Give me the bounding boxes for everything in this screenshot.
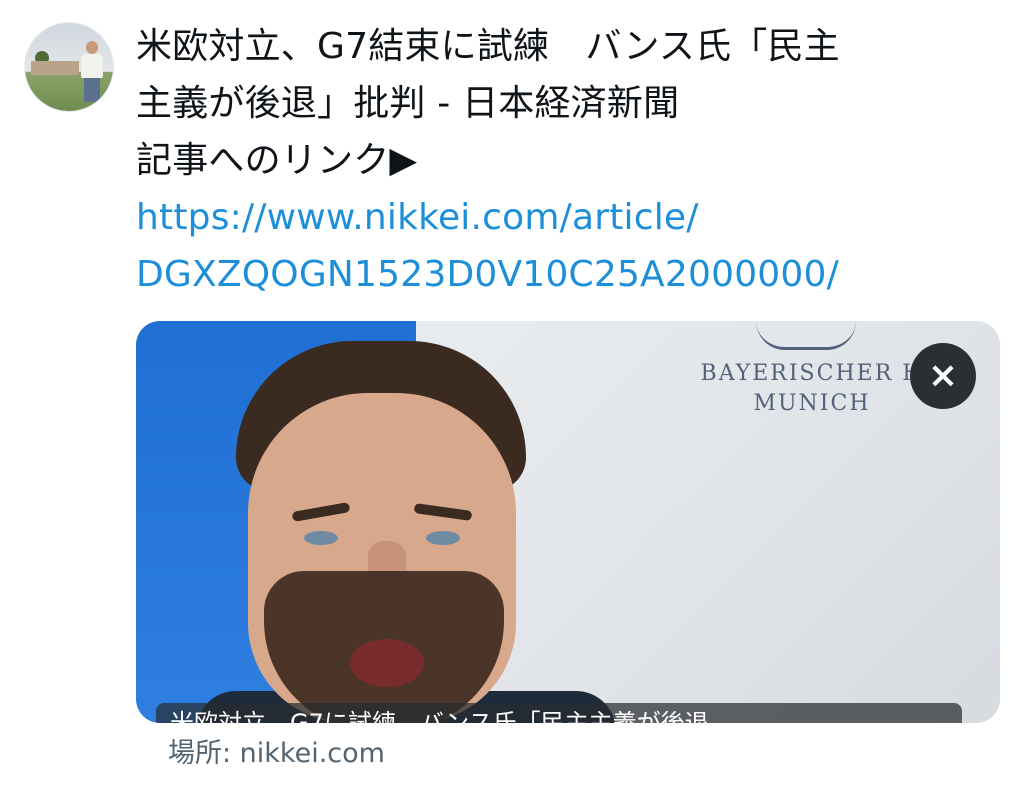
close-icon[interactable]: × (910, 343, 976, 409)
avatar-person-body (81, 54, 103, 78)
article-link-line-1[interactable]: https://www.nikkei.com/article/ (136, 189, 1000, 246)
avatar-person-legs (84, 78, 100, 102)
avatar-building (31, 61, 79, 75)
article-link-line-2[interactable]: DGXZQOGN1523D0V10C25A2000000/ (136, 246, 1000, 303)
tweet-text-line-2: 主義が後退」批判 - 日本経済新聞 (136, 83, 680, 124)
card-image-logo-line-1: BAYERISCHER H (700, 361, 924, 386)
avatar-person-head (86, 41, 98, 54)
tweet-text-line-3: 記事へのリンク▶ (136, 140, 418, 181)
crest-icon (756, 321, 856, 350)
card-image-logo-line-2: MUNICH (753, 391, 871, 416)
source-label[interactable]: 場所: nikkei.com (168, 736, 385, 772)
card-caption: 米欧対立、G7に試練 バンス氏「民主主義が後退 (156, 703, 962, 723)
avatar[interactable] (24, 22, 114, 112)
card-image-eye-left (304, 531, 338, 545)
tweet-text-line-1: 米欧対立、G7結束に試練 バンス氏「民主 (136, 26, 840, 67)
tweet-text: 米欧対立、G7結束に試練 バンス氏「民主 主義が後退」批判 - 日本経済新聞 記… (136, 18, 1000, 303)
card-image-logo-text: BAYERISCHER H MUNICH (682, 359, 942, 419)
card-image-mouth (350, 639, 424, 687)
link-preview-card[interactable]: BAYERISCHER H MUNICH 米欧対立、G7に試練 バンス氏「民主主… (136, 321, 1000, 723)
card-image-eye-right (426, 531, 460, 545)
tweet-body: 米欧対立、G7結束に試練 バンス氏「民主 主義が後退」批判 - 日本経済新聞 記… (136, 18, 1000, 303)
